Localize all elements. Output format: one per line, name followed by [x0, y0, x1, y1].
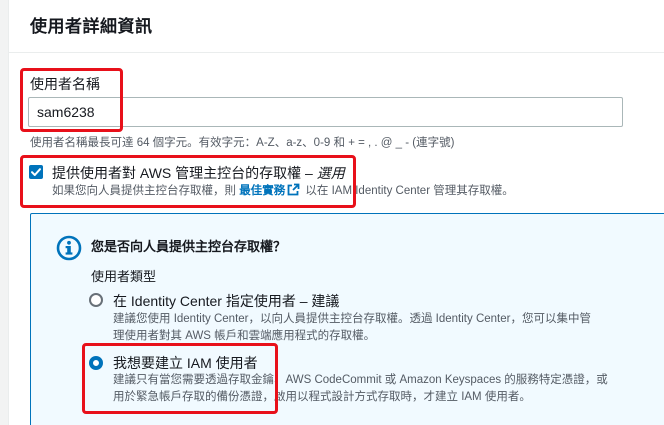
info-title: 您是否向人員提供主控台存取權？	[91, 239, 287, 254]
radio-label-identity-center[interactable]: 在 Identity Center 指定使用者 – 建議	[113, 291, 339, 311]
info-icon	[56, 235, 82, 261]
user-type-label: 使用者類型	[91, 269, 157, 284]
section-title: 使用者詳細資訊	[30, 17, 153, 36]
highlight-box-console-access	[20, 155, 356, 208]
radio-desc-identity-center: 建議您使用 Identity Center，以向人員提供主控台存取權。透過 Id…	[113, 311, 591, 345]
radio-desc-line: 建議您使用 Identity Center，以向人員提供主控台存取權。透過 Id…	[113, 313, 591, 325]
highlight-box-iam-user	[82, 343, 278, 414]
header-divider	[8, 52, 664, 53]
radio-identity-center[interactable]	[89, 293, 103, 307]
highlight-box-username	[20, 68, 123, 132]
username-constraint: 使用者名稱最長可達 64 個字元。有效字元：A-Z、a-z、0-9 和 + = …	[30, 137, 455, 149]
